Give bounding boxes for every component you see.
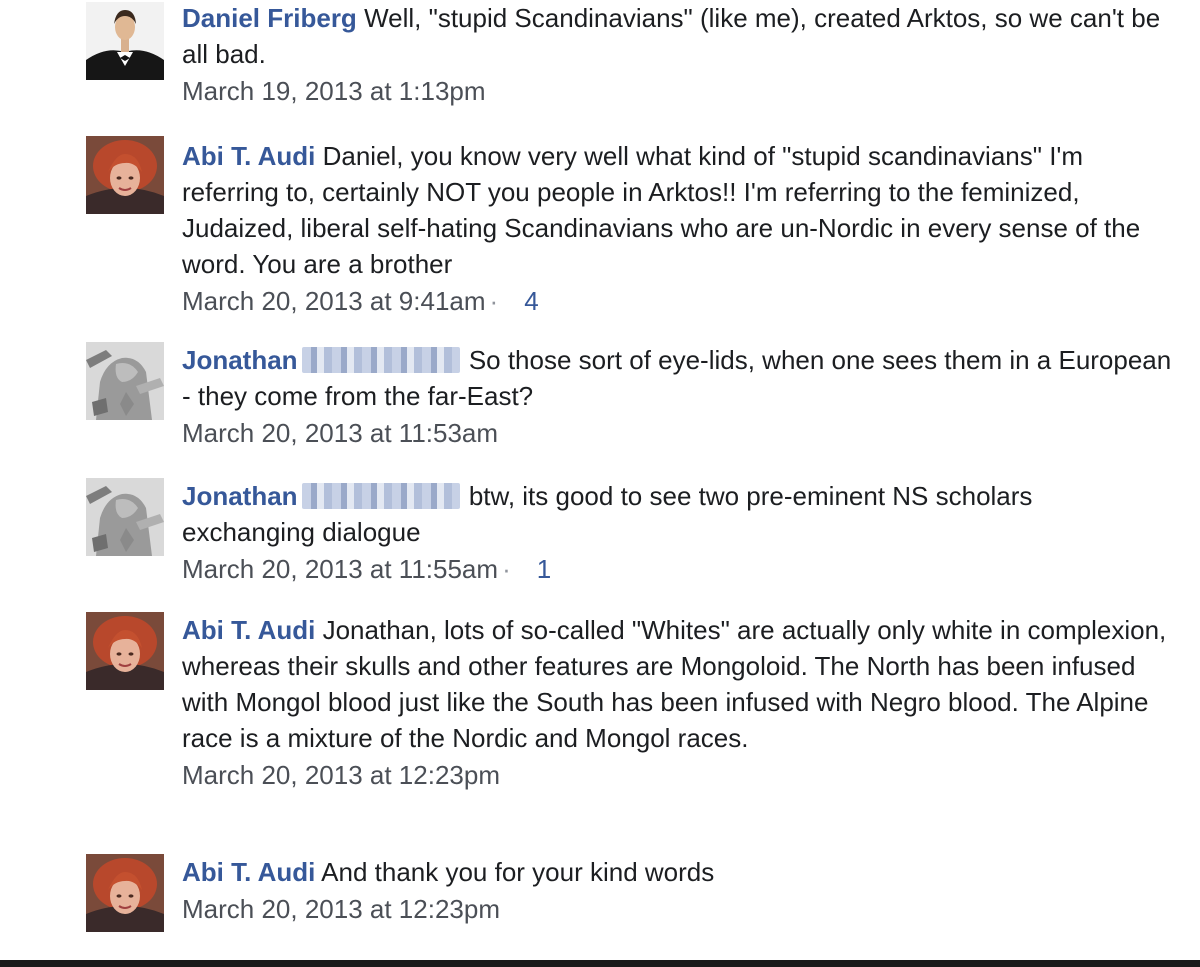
avatar[interactable]: [86, 478, 164, 556]
comment-author-link[interactable]: Jonathan: [182, 481, 298, 511]
comment-timestamp[interactable]: March 20, 2013 at 12:23pm: [182, 760, 500, 790]
comment-text: Jonathan, lots of so-called "Whites" are…: [182, 615, 1167, 753]
comment-timestamp[interactable]: March 20, 2013 at 11:55am: [182, 554, 498, 584]
comment-timestamp[interactable]: March 20, 2013 at 11:53am: [182, 418, 498, 448]
comment-text: And thank you for your kind words: [321, 857, 715, 887]
avatar[interactable]: [86, 612, 164, 690]
comment-author-link[interactable]: Abi T. Audi: [182, 857, 315, 887]
avatar[interactable]: [86, 136, 164, 214]
bottom-border: [0, 960, 1200, 967]
redacted-surname: [301, 347, 460, 373]
separator-dot: ·: [489, 286, 499, 316]
comment-text: Daniel, you know very well what kind of …: [182, 141, 1141, 279]
avatar[interactable]: [86, 342, 164, 420]
separator-dot: ·: [502, 554, 511, 584]
like-count[interactable]: 1: [537, 554, 551, 584]
comment-timestamp[interactable]: March 20, 2013 at 12:23pm: [182, 894, 500, 924]
avatar[interactable]: [86, 2, 164, 80]
comment-timestamp[interactable]: March 20, 2013 at 9:41am: [182, 286, 486, 316]
comment-author-link[interactable]: Daniel Friberg: [182, 3, 357, 33]
comment-author-link[interactable]: Jonathan: [182, 345, 298, 375]
like-count[interactable]: 4: [524, 286, 538, 316]
comment-author-link[interactable]: Abi T. Audi: [182, 141, 315, 171]
avatar[interactable]: [86, 854, 164, 932]
comment-timestamp[interactable]: March 19, 2013 at 1:13pm: [182, 76, 486, 106]
redacted-surname: [301, 483, 460, 509]
comment-author-link[interactable]: Abi T. Audi: [182, 615, 315, 645]
